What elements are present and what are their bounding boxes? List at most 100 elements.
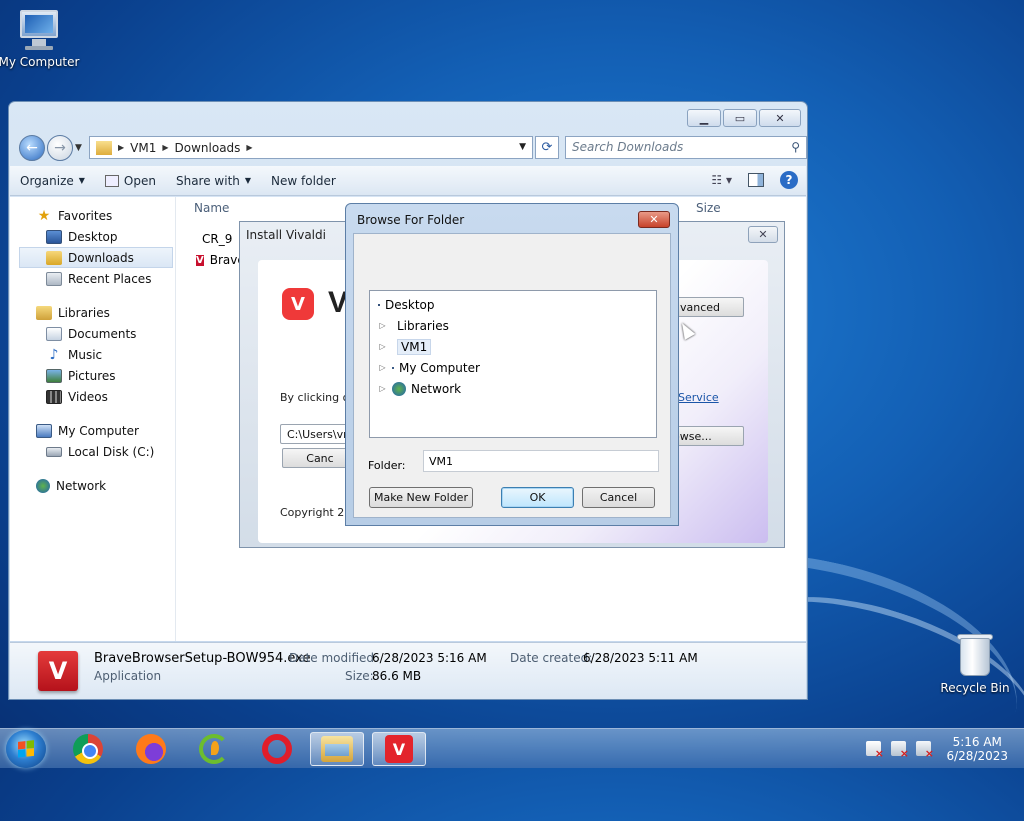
folder-name-field[interactable]: VM1 [423, 450, 659, 472]
list-item[interactable]: CR_9 [196, 230, 232, 248]
breadcrumb-vm1[interactable]: VM1 [130, 141, 156, 155]
installer-close-button[interactable]: ✕ [748, 226, 778, 243]
breadcrumb-separator[interactable]: ▶ [162, 143, 168, 152]
nav-downloads[interactable]: Downloads [19, 247, 173, 268]
desktop-icon-label: Recycle Bin [940, 681, 1010, 695]
clock[interactable]: 5:16 AM 6/28/2023 [946, 735, 1008, 763]
tree-item-my-computer[interactable]: ▷ My Computer [370, 357, 656, 378]
installer-title: Install Vivaldi [246, 228, 326, 242]
ok-button[interactable]: OK [501, 487, 574, 508]
network-status-icon[interactable] [891, 741, 909, 760]
help-icon[interactable]: ? [780, 171, 798, 189]
expand-arrow-icon[interactable]: ▷ [378, 342, 387, 351]
network-icon [36, 478, 50, 493]
nav-videos[interactable]: Videos [10, 386, 175, 407]
list-item[interactable]: V Brave [196, 251, 245, 269]
desktop-icon [378, 303, 380, 306]
terms-of-service-link[interactable]: Service [678, 391, 719, 404]
clock-time: 5:16 AM [952, 735, 1002, 749]
downloads-icon [46, 250, 62, 265]
preview-pane-icon[interactable] [748, 173, 764, 187]
nav-music[interactable]: ♪ Music [10, 344, 175, 365]
folder-label: Folder: [368, 459, 406, 472]
tree-item-vm1[interactable]: ▷ VM1 [370, 336, 656, 357]
libraries-icon [36, 305, 52, 320]
nav-desktop[interactable]: Desktop [10, 226, 175, 247]
dialog-body: Desktop ▷ Libraries ▷ VM1 ▷ My Computer ▷ Ne… [353, 233, 671, 518]
nav-favorites[interactable]: ★ Favorites [10, 205, 175, 226]
breadcrumb-downloads[interactable]: Downloads [175, 141, 241, 155]
command-bar: Organize ▼ Open Share with ▼ New folder ☷ … [10, 166, 806, 196]
opera-icon [262, 734, 292, 764]
tree-item-libraries[interactable]: ▷ Libraries [370, 315, 656, 336]
details-date-created: 6/28/2023 5:11 AM [583, 651, 698, 665]
nav-documents[interactable]: Documents [10, 323, 175, 344]
start-button[interactable] [6, 730, 46, 768]
details-pane: V BraveBrowserSetup-BOW954.exe Applicati… [10, 642, 806, 699]
tree-item-network[interactable]: ▷ Network [370, 378, 656, 399]
network-icon [392, 381, 406, 396]
back-arrow-icon[interactable]: ← [19, 135, 45, 161]
column-header-name[interactable]: Name [194, 201, 229, 215]
details-date-modified: 6/28/2023 5:16 AM [372, 651, 487, 665]
clock-date: 6/28/2023 [946, 749, 1008, 763]
taskbar-chrome[interactable] [61, 732, 115, 766]
nav-recent-places[interactable]: Recent Places [10, 268, 175, 289]
taskbar-explorer[interactable] [310, 732, 364, 766]
new-folder-button[interactable]: New folder [261, 174, 346, 188]
tree-item-desktop[interactable]: Desktop [370, 294, 656, 315]
expand-arrow-icon[interactable]: ▷ [378, 321, 387, 330]
make-new-folder-button[interactable]: Make New Folder [369, 487, 473, 508]
taskbar-firefox[interactable] [124, 732, 178, 766]
recent-pages-dropdown[interactable]: ▼ [75, 143, 82, 153]
open-button[interactable]: Open [95, 174, 166, 188]
details-size-label: Size: [345, 669, 374, 683]
refresh-icon[interactable]: ⟳ [535, 136, 559, 159]
window-controls: ▁ ▭ ✕ [687, 109, 801, 127]
action-center-flag-icon[interactable] [866, 741, 884, 760]
address-dropdown[interactable]: ▼ [519, 142, 526, 152]
breadcrumb-separator[interactable]: ▶ [246, 143, 252, 152]
documents-icon [46, 326, 62, 341]
expand-arrow-icon[interactable]: ▷ [378, 363, 387, 372]
cancel-button[interactable]: Canc [282, 448, 352, 468]
column-header-size[interactable]: Size [696, 201, 721, 215]
nav-my-computer[interactable]: My Computer [10, 420, 175, 441]
taskbar-coccoc[interactable] [187, 732, 241, 766]
share-with-menu[interactable]: Share with ▼ [166, 174, 261, 188]
forward-arrow-icon[interactable]: → [47, 135, 73, 161]
vivaldi-app-icon: V [38, 651, 78, 691]
details-date-created-label: Date created: [510, 651, 593, 665]
organize-menu[interactable]: Organize ▼ [10, 174, 95, 188]
change-view-icon[interactable]: ☷ ▾ [711, 173, 732, 187]
dialog-close-button[interactable]: ✕ [638, 211, 670, 228]
nav-libraries[interactable]: Libraries [10, 302, 175, 323]
taskbar-vivaldi-installer[interactable]: V [372, 732, 426, 766]
taskbar-opera[interactable] [250, 732, 304, 766]
nav-local-disk[interactable]: Local Disk (C:) [10, 441, 175, 462]
nav-network[interactable]: Network [10, 475, 175, 496]
minimize-button[interactable]: ▁ [687, 109, 721, 127]
folder-tree[interactable]: Desktop ▷ Libraries ▷ VM1 ▷ My Computer ▷ Ne… [369, 290, 657, 438]
coccoc-browser-icon [199, 734, 229, 764]
nav-pictures[interactable]: Pictures [10, 365, 175, 386]
desktop-icon [46, 229, 62, 244]
breadcrumb-separator[interactable]: ▶ [118, 143, 124, 152]
cancel-button[interactable]: Cancel [582, 487, 655, 508]
search-input[interactable]: Search Downloads ⚲ [565, 136, 807, 159]
expand-arrow-icon[interactable]: ▷ [378, 384, 387, 393]
desktop-icon-my-computer[interactable]: My Computer [0, 8, 81, 69]
search-icon[interactable]: ⚲ [791, 140, 800, 154]
install-path-field[interactable]: C:\Users\vm [280, 424, 354, 444]
volume-icon[interactable] [916, 741, 934, 760]
close-button[interactable]: ✕ [759, 109, 801, 127]
desktop-icon-recycle-bin[interactable]: Recycle Bin [933, 632, 1017, 695]
open-icon [104, 174, 119, 187]
address-bar[interactable]: ▶ VM1 ▶ Downloads ▶ ▼ [89, 136, 533, 159]
view-controls: ☷ ▾ ? [711, 171, 798, 189]
maximize-button[interactable]: ▭ [723, 109, 757, 127]
navigation-bar: ← → ▼ ▶ VM1 ▶ Downloads ▶ ▼ ⟳ Search Dow… [17, 135, 807, 163]
browse-for-folder-dialog: Browse For Folder ✕ Desktop ▷ Libraries ▷… [345, 203, 679, 526]
vivaldi-icon: V [385, 735, 413, 763]
star-icon: ★ [37, 207, 51, 224]
